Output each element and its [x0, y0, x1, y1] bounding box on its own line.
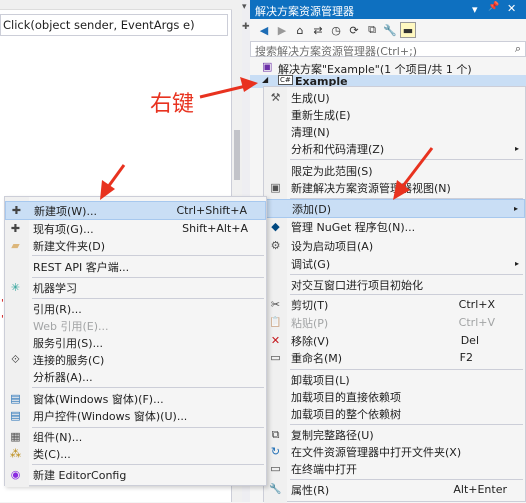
arrow-head [240, 77, 258, 92]
arrow-to-new-item [106, 164, 126, 188]
arrow-head [393, 180, 410, 200]
arrow-to-add-menu [401, 147, 434, 187]
arrow-to-project [199, 84, 247, 99]
annotation-arrows [100, 77, 434, 200]
